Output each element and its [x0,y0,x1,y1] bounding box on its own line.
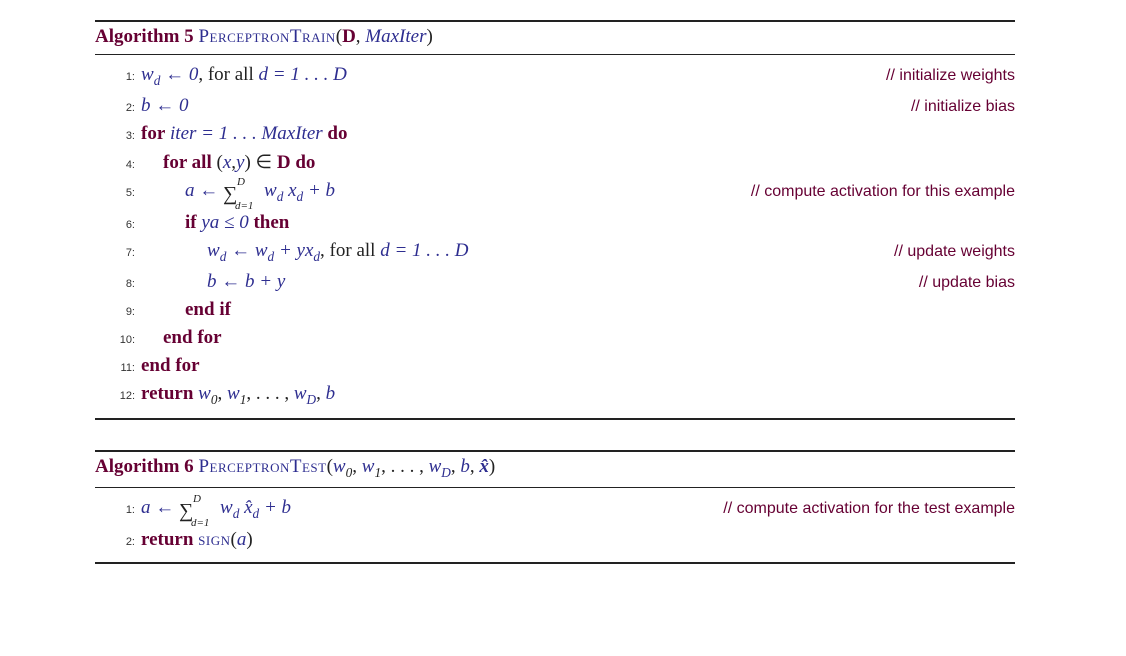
algorithm-5-block: Algorithm 5 PerceptronTrain(D, MaxIter) … [95,20,1015,420]
algorithm-word: Algorithm 6 [95,456,194,477]
args-sep: , [356,26,366,47]
algo5-line-4: 4: for all (x,y) ∈ D do [95,148,1015,177]
algo5-line-8: 8: b ← b + y // update bias [95,268,1015,296]
line-number: 1: [95,71,141,83]
algo5-line-6: 6: if ya ≤ 0 then [95,209,1015,237]
algo5-line-10: 10: end for [95,324,1015,352]
line-number: 7: [95,247,141,259]
algo5-line-7: 7: wd ← wd + yxd, for all d = 1 . . . D … [95,237,1015,268]
algorithm-6-body: 1: a ← ∑Dd=1 wd x̂d + b // compute activ… [95,488,1015,554]
args-close: ) [427,26,433,47]
line-number: 5: [95,187,141,199]
algo5-line-9: 9: end if [95,296,1015,324]
algorithm-5-body: 1: wd ← 0, for all d = 1 . . . D // init… [95,55,1015,410]
comment: // compute activation for the test examp… [723,500,1015,518]
algorithm-5-name: PerceptronTrain [198,26,335,47]
comment: // update weights [894,243,1015,261]
algorithm-5-title: Algorithm 5 PerceptronTrain(D, MaxIter) [95,22,1015,55]
algo5-line-11: 11: end for [95,352,1015,380]
line-number: 11: [95,362,141,374]
line-number: 10: [95,334,141,346]
algorithm-6-title: Algorithm 6 PerceptronTest(w0, w1, . . .… [95,452,1015,488]
line-number: 8: [95,278,141,290]
comment: // update bias [919,274,1015,292]
sigma-icon: ∑Dd=1 [223,183,259,206]
algo6-line-2: 2: return sign(a) [95,526,1015,554]
algorithm-6-name: PerceptronTest [198,456,326,477]
line-number: 1: [95,504,141,516]
algo5-line-1: 1: wd ← 0, for all d = 1 . . . D // init… [95,61,1015,92]
arg-D: D [342,26,356,47]
line-number: 2: [95,102,141,114]
line-number: 12: [95,390,141,402]
sigma-icon: ∑Dd=1 [179,500,215,523]
algo5-line-5: 5: a ← ∑Dd=1 wd xd + b // compute activa… [95,177,1015,209]
line-number: 3: [95,130,141,142]
line-number: 6: [95,219,141,231]
algo5-line-3: 3: for iter = 1 . . . MaxIter do [95,120,1015,148]
line-number: 9: [95,306,141,318]
algo6-line-1: 1: a ← ∑Dd=1 wd x̂d + b // compute activ… [95,494,1015,526]
comment: // initialize weights [886,67,1015,85]
line-number: 2: [95,536,141,548]
algorithm-word: Algorithm 5 [95,26,194,47]
algorithm-6-block: Algorithm 6 PerceptronTest(w0, w1, . . .… [95,450,1015,564]
algo5-line-2: 2: b ← 0 // initialize bias [95,92,1015,120]
arg-maxiter: MaxIter [365,26,426,47]
comment: // initialize bias [911,98,1015,116]
comment: // compute activation for this example [751,183,1015,201]
line-number: 4: [95,159,141,171]
algo5-line-12: 12: return w0, w1, . . . , wD, b [95,380,1015,411]
